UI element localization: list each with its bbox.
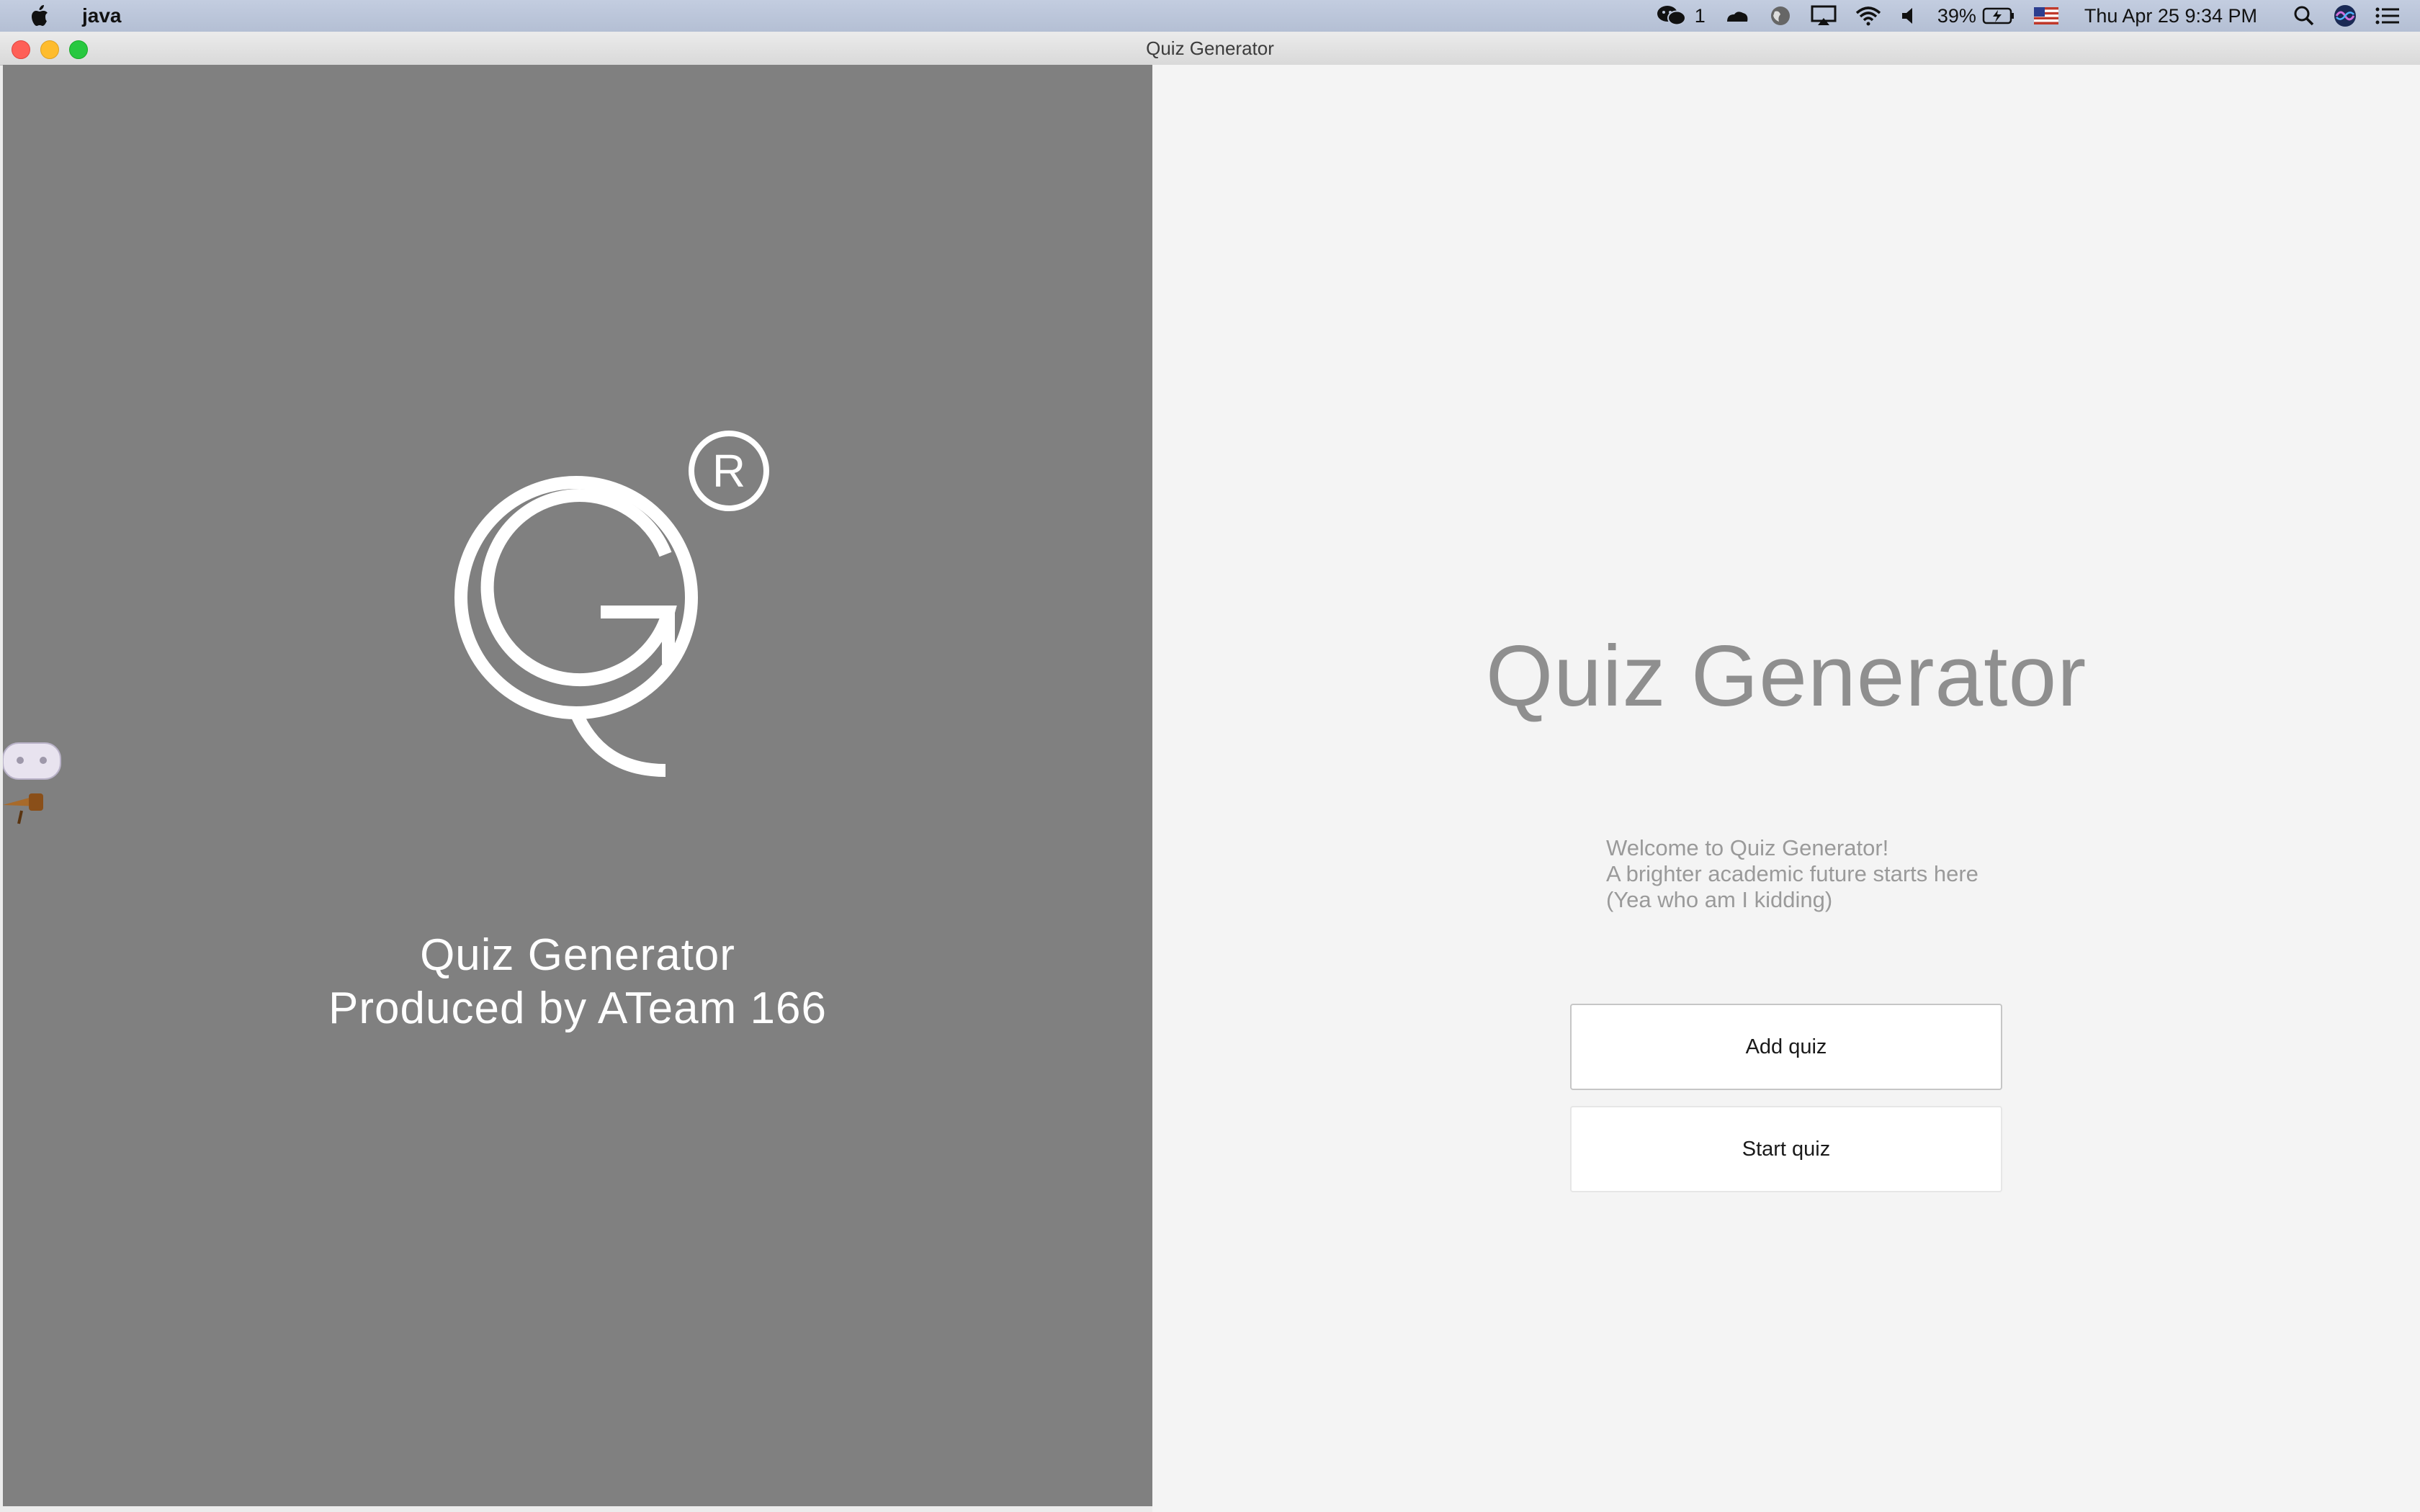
clock[interactable]: Thu Apr 25 9:34 PM	[2077, 0, 2257, 32]
wechat-badge-count: 1	[1694, 4, 1706, 27]
battery-status[interactable]: 39%	[1937, 0, 2015, 32]
cloud-icon[interactable]	[1724, 0, 1750, 32]
welcome-line: (Yea who am I kidding)	[1606, 887, 1833, 912]
add-quiz-button[interactable]: Add quiz	[1570, 1004, 2002, 1090]
spotlight-icon[interactable]	[2293, 0, 2315, 32]
main-panel: Quiz Generator Welcome to Quiz Generator…	[1152, 65, 2420, 1512]
window-titlebar[interactable]: Quiz Generator	[0, 32, 2420, 66]
wechat-icon[interactable]: 1	[1656, 0, 1706, 32]
volume-icon[interactable]	[1900, 0, 1919, 32]
flag-icon[interactable]	[2033, 0, 2058, 32]
menu-bar: java 1 39% Thu Apr 25 9:34 PM	[0, 0, 2420, 32]
apple-icon[interactable]	[29, 4, 50, 28]
battery-percent: 39%	[1937, 4, 1976, 27]
welcome-line: Welcome to Quiz Generator!	[1606, 835, 1889, 860]
window-title: Quiz Generator	[1146, 37, 1274, 59]
page-title: Quiz Generator	[1485, 628, 2087, 724]
brand-caption-credit: Produced by ATeam 166	[328, 984, 827, 1033]
date-time: Thu Apr 25 9:34 PM	[2084, 4, 2257, 27]
welcome-message: Welcome to Quiz Generator! A brighter ac…	[1606, 835, 1978, 913]
start-quiz-button[interactable]: Start quiz	[1570, 1106, 2002, 1192]
qg-logo: R	[454, 431, 769, 777]
app-window: Quiz Generator R Quiz Generator Produced…	[0, 32, 2420, 1512]
welcome-line: A brighter academic future starts here	[1606, 861, 1978, 886]
battery-icon	[1982, 7, 2014, 24]
airplay-icon[interactable]	[1811, 0, 1837, 32]
brand-caption-title: Quiz Generator	[420, 930, 735, 980]
siri-icon[interactable]	[2334, 0, 2357, 32]
brand-caption: Quiz Generator Produced by ATeam 166	[3, 929, 1152, 1035]
brand-panel: R Quiz Generator Produced by ATeam 166	[3, 65, 1152, 1506]
notification-center-icon[interactable]	[2375, 0, 2400, 32]
dock-app-icons[interactable]	[3, 727, 68, 842]
wifi-icon[interactable]	[1855, 0, 1881, 32]
registered-mark: R	[712, 445, 745, 497]
globe-icon[interactable]	[1769, 0, 1792, 32]
app-menu-name[interactable]: java	[82, 4, 122, 27]
